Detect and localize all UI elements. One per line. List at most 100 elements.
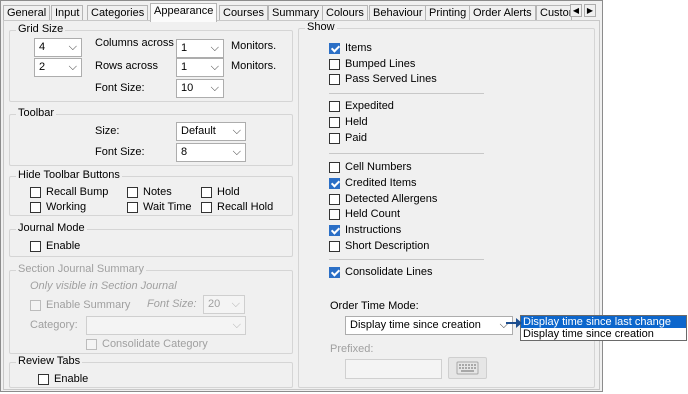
section-journal-summary-group: Section Journal Summary Only visible in … [9,263,293,354]
tab-general[interactable]: General [3,5,51,21]
review-tabs-enable-checkbox[interactable]: Enable [38,372,88,386]
consolidate-category-checkbox[interactable]: Consolidate Category [86,337,208,351]
tab-scroll-right-icon[interactable]: ▶ [584,4,596,17]
review-tabs-group: Review Tabs Enable [9,355,293,388]
chevron-down-icon: ⌵ [210,61,219,73]
dropdown-option-creation[interactable]: Display time since creation [521,328,686,340]
checkbox-label: Working [46,201,87,213]
checkbox-label: Paid [345,132,368,144]
checkbox-box [201,186,212,198]
grid-size-group: Grid Size 4 ⌵ Columns across 1 ⌵ Monitor… [9,23,293,102]
toolbar-font-size-label: Font Size: [95,146,145,158]
checkbox-box [329,266,340,278]
checkbox-box [329,240,340,252]
show-expedited-checkbox[interactable]: Expedited [329,99,394,113]
grid-columns-value: 4 [39,41,46,53]
show-credited-items-checkbox[interactable]: Credited Items [329,176,417,190]
checkbox-label: Held [345,116,368,128]
chevron-down-icon: ⌵ [68,61,77,73]
checkbox-label: Recall Bump [46,186,109,198]
wait-time-checkbox[interactable]: Wait Time [127,200,192,214]
chevron-down-icon: ⌵ [210,42,219,54]
tab-summary[interactable]: Summary [268,5,324,21]
columns-across-label: Columns across [95,37,174,49]
checkbox-label: Enable Summary [46,299,131,311]
grid-font-size-combo[interactable]: 10 ⌵ [176,79,224,98]
chevron-down-icon: ⌵ [232,319,241,331]
checkbox-label: Consolidate Category [102,338,208,350]
dropdown-option-last-change[interactable]: Display time since last change [521,316,686,328]
checkbox-box [329,73,340,85]
checkbox-label: Enable [54,373,89,385]
tab-custom[interactable]: Custor [536,5,572,21]
toolbar-size-label: Size: [95,125,120,137]
checkbox-box [30,240,41,252]
order-time-mode-value: Display time since creation [350,319,481,331]
checkbox-box [329,224,340,236]
category-label: Category: [30,319,78,331]
chevron-down-icon: ⌵ [231,298,240,310]
journal-mode-group: Journal Mode Enable [9,222,293,257]
notes-checkbox[interactable]: Notes [127,185,172,199]
show-held-checkbox[interactable]: Held [329,115,368,129]
recall-hold-checkbox[interactable]: Recall Hold [201,200,273,214]
tab-courses[interactable]: Courses [219,5,268,21]
enable-summary-checkbox[interactable]: Enable Summary [30,298,130,312]
summary-font-size-value: 20 [208,298,221,310]
checkbox-label: Credited Items [345,177,417,189]
checkbox-label: Consolidate Lines [345,266,433,278]
journal-enable-checkbox[interactable]: Enable [30,239,80,253]
checkbox-box [329,116,340,128]
tab-order-alerts[interactable]: Order Alerts [469,5,536,21]
show-items-checkbox[interactable]: Items [329,41,372,55]
category-combo[interactable]: ⌵ [86,316,246,335]
columns-monitors-combo[interactable]: 1 ⌵ [176,39,224,58]
order-time-mode-combo[interactable]: Display time since creation ⌵ [345,316,513,335]
show-instructions-checkbox[interactable]: Instructions [329,223,401,237]
consolidate-lines-checkbox[interactable]: Consolidate Lines [329,265,432,279]
toolbar-font-size-combo[interactable]: 8 ⌵ [176,143,246,162]
monitors-label: Monitors. [231,60,277,72]
working-checkbox[interactable]: Working [30,200,86,214]
checkbox-label: Detected Allergens [345,193,438,205]
rows-monitors-combo[interactable]: 1 ⌵ [176,58,224,77]
hold-checkbox[interactable]: Hold [201,185,240,199]
checkbox-label: Items [345,42,372,54]
show-detected-allergens-checkbox[interactable]: Detected Allergens [329,192,437,206]
show-paid-checkbox[interactable]: Paid [329,131,367,145]
checkbox-box [127,186,138,198]
divider [329,259,484,260]
tab-input[interactable]: Input [51,5,84,21]
show-bumped-lines-checkbox[interactable]: Bumped Lines [329,57,415,71]
divider [329,93,484,94]
tab-printing[interactable]: Printing [425,5,471,21]
tab-scroll-left-icon[interactable]: ◀ [570,4,582,17]
toolbar-size-combo[interactable]: Default ⌵ [176,122,246,141]
checkbox-label: Bumped Lines [345,58,416,70]
grid-font-size-label: Font Size: [95,82,145,94]
chevron-down-icon: ⌵ [210,82,219,94]
tab-colours[interactable]: Colours [322,5,368,21]
grid-columns-combo[interactable]: 4 ⌵ [34,38,82,57]
summary-font-size-combo[interactable]: 20 ⌵ [203,295,245,314]
prefixed-input[interactable] [345,359,442,379]
chevron-down-icon: ⌵ [232,125,241,137]
show-held-count-checkbox[interactable]: Held Count [329,207,400,221]
tab-behaviour[interactable]: Behaviour [369,5,427,21]
options-window: General Input Categories Appearance Cour… [0,0,603,392]
checkbox-box [329,132,340,144]
journal-mode-title: Journal Mode [16,222,87,234]
checkbox-label: Hold [217,186,240,198]
keyboard-button[interactable] [448,357,487,379]
grid-rows-combo[interactable]: 2 ⌵ [34,58,82,77]
checkbox-label: Instructions [345,224,402,236]
tab-categories[interactable]: Categories [87,5,149,21]
tab-appearance[interactable]: Appearance [150,3,218,22]
toolbar-size-value: Default [181,125,216,137]
show-short-description-checkbox[interactable]: Short Description [329,239,429,253]
show-pass-served-lines-checkbox[interactable]: Pass Served Lines [329,72,437,86]
order-time-mode-dropdown: Display time since last change Display t… [520,315,687,341]
recall-bump-checkbox[interactable]: Recall Bump [30,185,108,199]
show-cell-numbers-checkbox[interactable]: Cell Numbers [329,160,412,174]
toolbar-title: Toolbar [16,107,57,119]
